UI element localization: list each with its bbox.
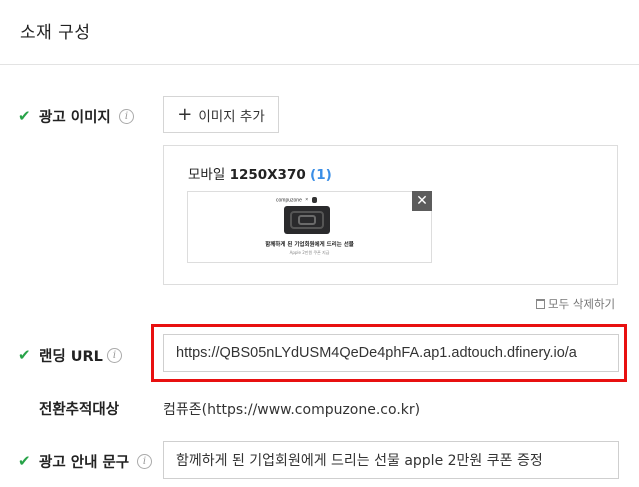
panel-count: (1) (310, 167, 332, 183)
plus-icon: + (177, 103, 193, 125)
image-panel-title: 모바일 1250X370 (1) (188, 163, 332, 183)
delete-all-label: 모두 삭제하기 (548, 297, 616, 311)
check-icon: ✔ (18, 107, 31, 125)
info-icon[interactable]: i (107, 348, 122, 363)
ad-guide-label: 광고 안내 문구 (39, 455, 130, 471)
thumb-sub-text: Apple 2만원 쿠폰 지급 (289, 250, 330, 255)
thumb-brand: compuzone × (276, 197, 317, 203)
apple-icon (311, 197, 317, 203)
check-icon: ✔ (18, 452, 31, 470)
thumb-main-text: 함께하게 된 기업회원에게 드리는 선물 (265, 242, 354, 248)
panel-title-prefix: 모바일 (188, 167, 226, 183)
section-title: 소재 구성 (20, 23, 91, 43)
info-icon[interactable]: i (119, 109, 134, 124)
panel-size: 1250X370 (229, 167, 306, 183)
landing-url-label: 랜딩 URL (39, 349, 103, 365)
divider (0, 64, 639, 65)
check-icon: ✔ (18, 346, 31, 364)
add-image-label: 이미지 추가 (198, 108, 265, 125)
delete-all-button[interactable]: 모두 삭제하기 (536, 296, 615, 312)
add-image-button[interactable]: + 이미지 추가 (163, 96, 279, 133)
info-icon[interactable]: i (137, 454, 152, 469)
conversion-target-label: 전환추적대상 (39, 402, 120, 418)
conversion-target-value: 컴퓨존(https://www.compuzone.co.kr) (163, 402, 421, 418)
laptop-image (284, 206, 330, 234)
close-icon[interactable]: ✕ (412, 191, 432, 211)
ad-image-label: 광고 이미지 (39, 110, 111, 126)
trash-icon (536, 299, 545, 309)
landing-url-input[interactable]: https://QBS05nLYdUSM4QeDe4phFA.ap1.adtou… (163, 334, 619, 372)
ad-guide-input[interactable]: 함께하게 된 기업회원에게 드리는 선물 apple 2만원 쿠폰 증정 (163, 441, 619, 479)
image-thumbnail[interactable]: compuzone × 함께하게 된 기업회원에게 드리는 선물 Apple 2… (187, 191, 432, 263)
